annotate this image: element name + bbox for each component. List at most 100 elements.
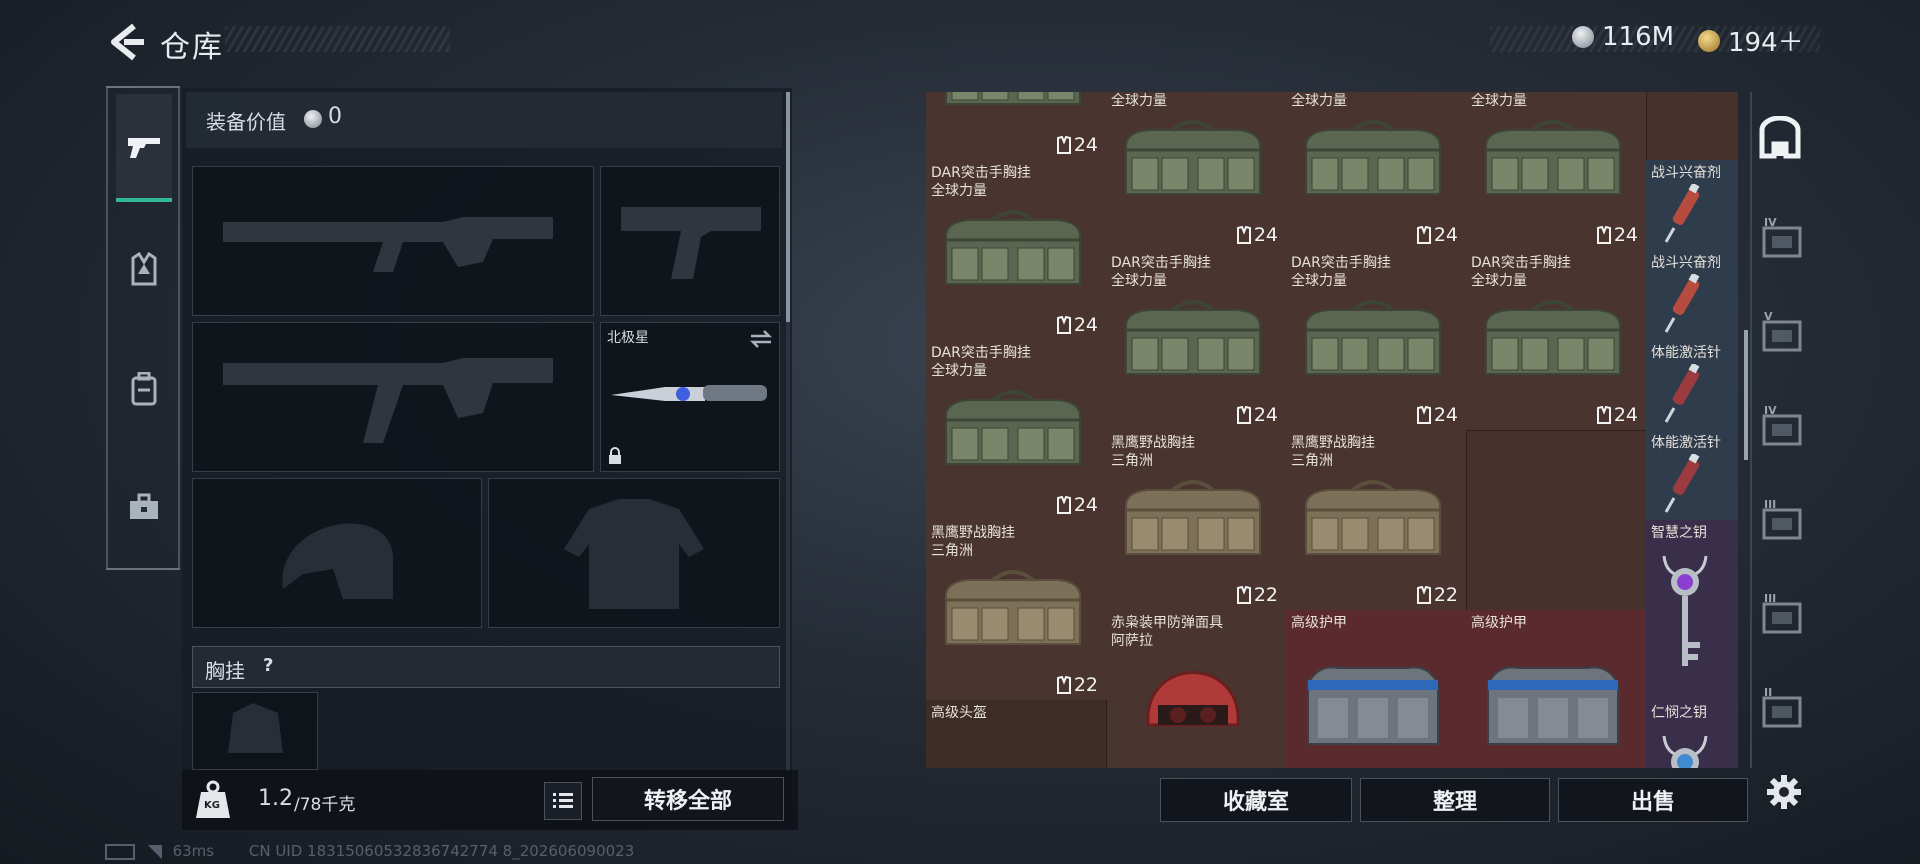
item-name: DAR突击手胸挂全球力量 — [1291, 93, 1347, 109]
stack-count: 22 — [1056, 674, 1098, 696]
item-name: 智慧之钥 — [1651, 525, 1707, 541]
melee-slot[interactable]: 北极星 — [600, 322, 780, 472]
inventory-item[interactable]: DAR突击手胸挂全球力量 24 — [1106, 250, 1287, 431]
chest-rig-slot[interactable] — [192, 692, 318, 770]
collection-room-button[interactable]: 收藏室 — [1160, 778, 1352, 822]
inventory-item[interactable]: 24 — [926, 92, 1107, 161]
chest-rig-bag-icon — [1305, 480, 1441, 555]
weight-bar: KG 1.2 /78千克 转移全部 — [182, 770, 798, 830]
stack-count: 24 — [1056, 314, 1098, 336]
armor-vest-icon — [1307, 666, 1439, 745]
inventory-item[interactable]: DAR突击手胸挂全球力量 24 — [1286, 92, 1467, 251]
inventory-item[interactable]: DAR突击手胸挂全球力量 24 — [1466, 250, 1647, 431]
warehouse-page-tab[interactable]: IV — [1758, 216, 1806, 262]
chest-rig-bag-icon — [945, 570, 1081, 645]
transfer-all-button[interactable]: 转移全部 — [592, 777, 784, 821]
sell-button[interactable]: 出售 — [1558, 778, 1748, 822]
stack-count: 22 — [1236, 584, 1278, 606]
key-item[interactable]: 智慧之钥 — [1646, 520, 1738, 701]
key-icon — [1662, 555, 1708, 666]
page-level: II — [1764, 686, 1773, 699]
gold-coin-icon — [1698, 29, 1720, 52]
syringe-item[interactable]: 战斗兴奋剂 — [1646, 160, 1738, 251]
back-arrow-icon[interactable] — [104, 20, 148, 64]
page-title: 仓库 — [160, 30, 224, 65]
rig-silhouette-icon — [228, 703, 283, 753]
vest-capacity-icon — [1236, 226, 1251, 244]
warehouse-scrollbar-thumb[interactable] — [1744, 330, 1748, 460]
inventory-item[interactable]: 高级护甲 — [1466, 610, 1647, 768]
backpack-icon — [131, 372, 157, 406]
category-tabs — [106, 86, 180, 570]
item-name: 体能激活针 — [1651, 435, 1721, 451]
lock-icon — [609, 447, 621, 464]
secondary-weapon-slot[interactable] — [192, 322, 594, 472]
warehouse-page-tab[interactable]: III — [1758, 592, 1806, 638]
inventory-item[interactable]: DAR突击手胸挂全球力量 24 — [1286, 250, 1467, 431]
item-name: 高级头盔 — [931, 705, 987, 721]
vest-capacity-icon — [1416, 586, 1431, 604]
item-name: 黑鹰野战胸挂 三角洲 — [1291, 435, 1375, 469]
chest-rig-bag-icon — [1305, 300, 1441, 375]
syringe-icon — [1664, 184, 1700, 243]
warehouse-page-tab[interactable]: III — [1758, 498, 1806, 544]
warehouse-main-icon[interactable] — [1758, 115, 1802, 160]
silver-amount: 116M — [1602, 22, 1675, 52]
stack-count: 24 — [1056, 494, 1098, 516]
helmet-slot[interactable] — [192, 478, 482, 628]
swap-icon[interactable] — [749, 329, 773, 349]
warehouse-pages: IV V IV III III II — [1750, 92, 1812, 768]
primary-weapon-slot[interactable] — [192, 166, 594, 316]
warehouse-page-tab[interactable]: V — [1758, 310, 1806, 356]
melee-name: 北极星 — [607, 330, 649, 346]
inventory-item[interactable]: 黑鹰野战胸挂 三角洲 22 — [1106, 430, 1287, 611]
pistol-slot[interactable] — [600, 166, 780, 316]
item-name: DAR突击手胸挂全球力量 — [931, 165, 1031, 199]
inventory-item[interactable]: DAR突击手胸挂全球力量 24 — [1106, 92, 1287, 251]
help-icon[interactable]: ? — [263, 655, 273, 676]
uid-text: CN UID 18315060532836742774 8_2026060900… — [248, 842, 635, 860]
chest-rig-label: 胸挂 — [205, 659, 245, 683]
equipment-value-label: 装备价值 — [206, 110, 286, 134]
warehouse-page-tab[interactable]: II — [1758, 686, 1806, 732]
syringe-item[interactable]: 体能激活针 — [1646, 430, 1738, 521]
chest-rig-bag-icon — [945, 92, 1081, 105]
chest-rig-bag-icon — [1485, 120, 1621, 195]
tab-backpack[interactable] — [116, 336, 172, 442]
syringe-item[interactable]: 战斗兴奋剂 — [1646, 250, 1738, 341]
key-item[interactable]: 仁悯之钥 — [1646, 700, 1738, 768]
tab-tools[interactable] — [116, 454, 172, 560]
gold-currency[interactable]: 194＋ — [1698, 22, 1804, 59]
syringe-icon — [1664, 364, 1700, 423]
stack-count: 24 — [1416, 224, 1458, 246]
vest-capacity-icon — [1056, 676, 1071, 694]
tab-divider — [178, 86, 180, 570]
gold-amount: 194＋ — [1728, 28, 1804, 58]
settings-button[interactable] — [1764, 772, 1806, 814]
organize-button[interactable]: 整理 — [1360, 778, 1550, 822]
tab-armor[interactable] — [116, 216, 172, 322]
inventory-item[interactable]: DAR突击手胸挂全球力量 24 — [926, 340, 1107, 521]
vest-capacity-icon — [1056, 136, 1071, 154]
inventory-item[interactable]: DAR突击手胸挂全球力量 24 — [926, 160, 1107, 341]
silver-currency[interactable]: 116M — [1572, 22, 1674, 52]
tab-weapons[interactable] — [116, 94, 172, 200]
inventory-item[interactable]: 黑鹰野战胸挂 三角洲 22 — [1286, 430, 1467, 611]
silver-coin-icon — [304, 110, 322, 128]
vest-capacity-icon — [1596, 226, 1611, 244]
list-view-button[interactable] — [544, 782, 582, 820]
item-name: DAR突击手胸挂全球力量 — [1291, 255, 1391, 289]
toolbox-icon — [130, 493, 158, 519]
inventory-item[interactable]: 赤枭装甲防弹面具 阿萨拉 — [1106, 610, 1287, 768]
armor-vest-icon — [1487, 666, 1619, 745]
inventory-item[interactable]: 高级头盔 — [926, 700, 1107, 768]
body-armor-slot[interactable] — [488, 478, 780, 628]
inventory-item[interactable]: DAR突击手胸挂全球力量 24 — [1466, 92, 1647, 251]
syringe-item[interactable]: 体能激活针 — [1646, 340, 1738, 431]
inventory-item[interactable]: 黑鹰野战胸挂 三角洲 22 — [926, 520, 1107, 701]
equipment-scrollbar-thumb[interactable] — [786, 92, 790, 322]
item-name: 黑鹰野战胸挂 三角洲 — [1111, 435, 1195, 469]
rifle-silhouette-icon — [223, 358, 553, 443]
inventory-item[interactable]: 高级护甲 — [1286, 610, 1467, 768]
warehouse-page-tab[interactable]: IV — [1758, 404, 1806, 450]
